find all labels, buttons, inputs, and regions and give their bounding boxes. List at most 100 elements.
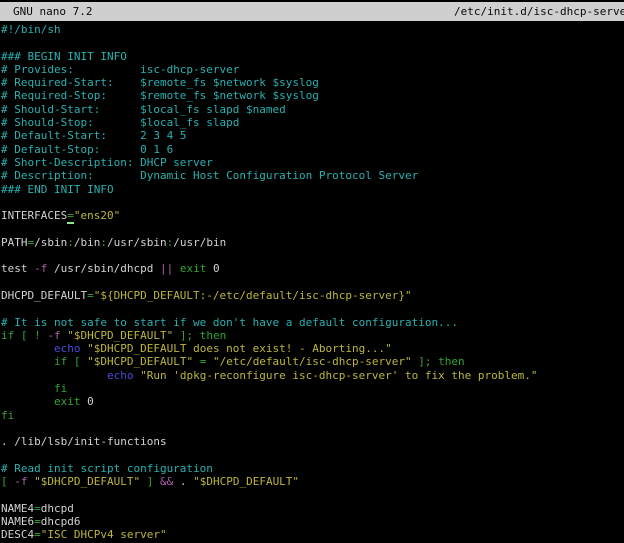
code-line-13: ### END INIT INFO [1, 183, 624, 196]
code-line-14 [1, 196, 624, 209]
code-token: INTERFACES [1, 209, 67, 222]
code-token [1, 369, 107, 382]
code-token [206, 355, 213, 368]
code-token: -f [14, 475, 27, 488]
code-line-38: NAME6=dhcpd6 [1, 515, 624, 528]
code-token: "$DHCPD_DEFAULT" [193, 475, 299, 488]
code-token: ! [34, 329, 41, 342]
code-token: # Short-Description: DHCP server [1, 156, 213, 169]
code-line-25: echo "$DHCPD_DEFAULT does not exist! - A… [1, 342, 624, 355]
code-token: ### END INIT INFO [1, 183, 114, 196]
code-line-39: DESC4="ISC DHCPv4 server" [1, 528, 624, 541]
code-token [153, 475, 160, 488]
code-line-19: test -f /usr/sbin/dhcpd || exit 0 [1, 262, 624, 275]
code-token [1, 342, 54, 355]
code-token: # Read init script configuration [1, 462, 213, 475]
code-token [14, 329, 21, 342]
code-token: echo [107, 369, 134, 382]
code-line-23: # It is not safe to start if we don't ha… [1, 316, 624, 329]
code-token: && [160, 475, 173, 488]
code-token: ]; [180, 329, 193, 342]
code-token: NAME6 [1, 515, 34, 528]
code-token [67, 355, 74, 368]
code-token: "/etc/default/isc-dhcp-server" [213, 355, 412, 368]
code-token: # Should-Stop: $local_fs slapd [1, 116, 239, 129]
code-line-8: # Should-Stop: $local_fs slapd [1, 116, 624, 129]
code-line-32: . /lib/lsb/init-functions [1, 435, 624, 448]
code-token: : [67, 236, 74, 249]
code-line-29: exit 0 [1, 395, 624, 408]
code-token: : [100, 236, 107, 249]
code-token [140, 475, 147, 488]
code-token: /sbin [34, 236, 67, 249]
code-token: = [34, 502, 41, 515]
code-line-12: # Description: Dynamic Host Configuratio… [1, 169, 624, 182]
code-token: "$DHCPD_DEFAULT" [34, 475, 140, 488]
code-token: -f [47, 329, 60, 342]
code-line-26: if [ "$DHCPD_DEFAULT" = "/etc/default/is… [1, 355, 624, 368]
code-token: # Required-Start: $remote_fs $network $s… [1, 76, 319, 89]
code-token: exit [54, 395, 81, 408]
code-token: # Should-Start: $local_fs slapd $named [1, 103, 286, 116]
code-token: /usr/sbin/dhcpd [47, 262, 160, 275]
code-token: #!/bin/sh [1, 23, 61, 36]
code-token [1, 382, 54, 395]
code-token: "ISC DHCPv4 server" [41, 528, 167, 541]
code-token: PATH [1, 236, 28, 249]
code-token: if [54, 355, 67, 368]
code-token: -f [34, 262, 47, 275]
code-token: "${DHCPD_DEFAULT:-/etc/default/isc-dhcp-… [94, 289, 412, 302]
code-token: . [173, 475, 193, 488]
code-token [1, 355, 54, 368]
code-line-24: if [ ! -f "$DHCPD_DEFAULT" ]; then [1, 329, 624, 342]
code-token: ]; [418, 355, 431, 368]
code-line-34: # Read init script configuration [1, 462, 624, 475]
terminal-window: { "titlebar": { "app": "GNU nano 7.2", "… [0, 0, 624, 539]
code-token: "$DHCPD_DEFAULT" [87, 355, 193, 368]
code-token: . /lib/lsb/init-functions [1, 435, 167, 448]
code-token [193, 329, 200, 342]
code-token: [ [21, 329, 28, 342]
code-line-33 [1, 449, 624, 462]
code-line-3: ### BEGIN INIT INFO [1, 50, 624, 63]
code-token: ### BEGIN INIT INFO [1, 50, 127, 63]
code-token: /usr/sbin [107, 236, 167, 249]
code-token: fi [54, 382, 67, 395]
code-line-15: INTERFACES="ens20" [1, 209, 624, 222]
code-token: dhcpd [41, 502, 74, 515]
code-token: # It is not safe to start if we don't ha… [1, 316, 458, 329]
code-line-28: fi [1, 382, 624, 395]
code-token [173, 262, 180, 275]
code-line-20 [1, 276, 624, 289]
code-token: "ens20" [74, 209, 120, 222]
code-token: /bin [74, 236, 101, 249]
code-line-4: # Provides: isc-dhcp-server [1, 63, 624, 76]
code-token [1, 395, 54, 408]
code-token: then [200, 329, 227, 342]
code-line-18 [1, 249, 624, 262]
code-line-5: # Required-Start: $remote_fs $network $s… [1, 76, 624, 89]
code-token: /usr/bin [173, 236, 226, 249]
code-line-10: # Default-Stop: 0 1 6 [1, 143, 624, 156]
code-line-9: # Default-Start: 2 3 4 5 [1, 129, 624, 142]
code-line-21: DHCPD_DEFAULT="${DHCPD_DEFAULT:-/etc/def… [1, 289, 624, 302]
code-token [193, 355, 200, 368]
code-token: DESC4 [1, 528, 34, 541]
code-line-2 [1, 36, 624, 49]
code-token: then [438, 355, 465, 368]
text-cursor: = [67, 209, 74, 224]
code-token: test [1, 262, 34, 275]
code-line-31 [1, 422, 624, 435]
code-token [173, 329, 180, 342]
code-line-16 [1, 222, 624, 235]
code-line-27: echo "Run 'dpkg-reconfigure isc-dhcp-ser… [1, 369, 624, 382]
nano-titlebar: GNU nano 7.2 /etc/init.d/isc-dhcp-server [0, 2, 624, 21]
code-token: || [160, 262, 173, 275]
code-token: fi [1, 409, 14, 422]
code-token: DHCPD_DEFAULT [1, 289, 87, 302]
nano-version-label: GNU nano 7.2 [13, 2, 92, 21]
editor-area[interactable]: #!/bin/sh ### BEGIN INIT INFO# Provides: … [1, 23, 624, 543]
code-token: "Run 'dpkg-reconfigure isc-dhcp-server' … [140, 369, 537, 382]
code-token: = [87, 289, 94, 302]
code-token: = [34, 528, 41, 541]
